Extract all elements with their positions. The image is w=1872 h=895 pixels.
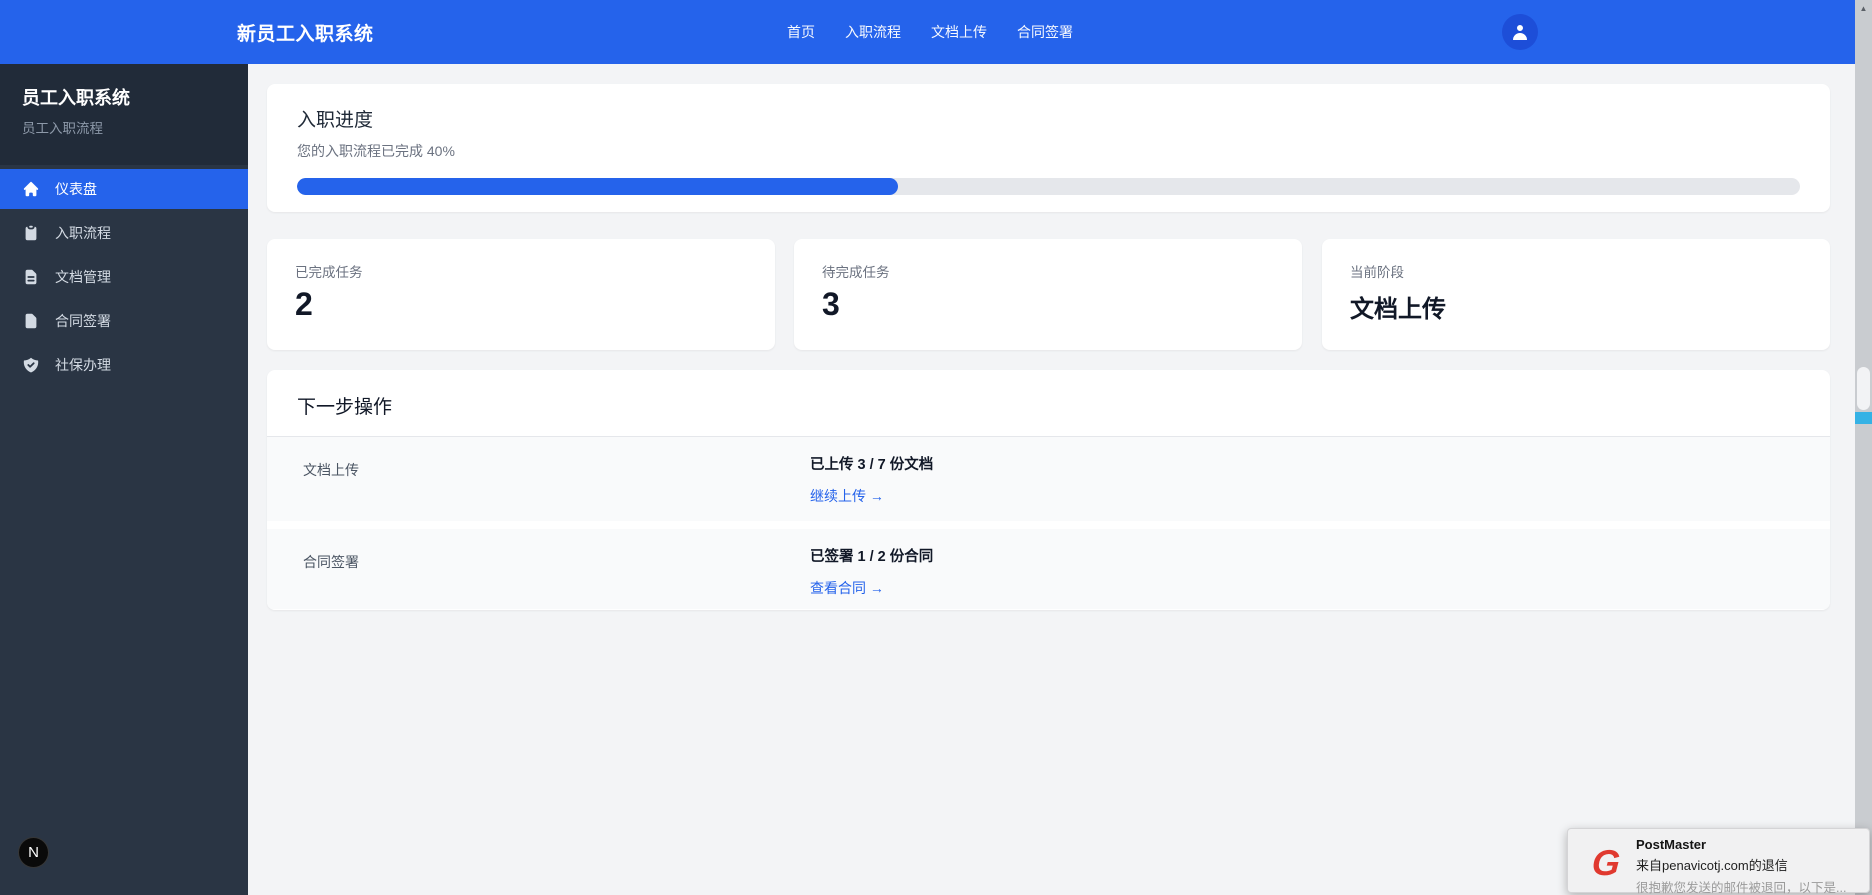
nav-link-document-upload[interactable]: 文档上传	[931, 22, 987, 42]
current-stage-card: 当前阶段 文档上传	[1322, 239, 1830, 350]
progress-title: 入职进度	[297, 110, 374, 131]
toast-text: PostMaster 来自penavicotj.com的退信 很抱歉您发送的邮件…	[1636, 837, 1861, 895]
stat-label: 当前阶段	[1350, 265, 1404, 280]
nav-link-home[interactable]: 首页	[787, 22, 815, 42]
mail-notification-toast[interactable]: G PostMaster 来自penavicotj.com的退信 很抱歉您发送的…	[1567, 828, 1870, 895]
sidebar-item-label: 入职流程	[55, 225, 111, 241]
stat-value: 3	[822, 286, 840, 322]
next-steps-header: 下一步操作	[267, 370, 1830, 437]
nextjs-dev-badge[interactable]: N	[18, 837, 49, 868]
toast-sender: PostMaster	[1636, 837, 1707, 852]
stat-label: 已完成任务	[295, 265, 363, 280]
shield-check-icon	[23, 357, 39, 373]
user-icon	[1513, 25, 1527, 40]
stat-value: 文档上传	[1350, 296, 1446, 323]
nextjs-n-icon: N	[28, 844, 39, 861]
stat-value: 2	[295, 286, 313, 322]
row-status: 已签署 1 / 2 份合同	[810, 549, 934, 565]
progress-bar-track	[297, 178, 1800, 195]
sidebar-item-label: 社保办理	[55, 357, 111, 373]
progress-subtitle: 您的入职流程已完成 40%	[297, 143, 455, 159]
clipboard-icon	[25, 225, 37, 241]
toast-subject: 来自penavicotj.com的退信	[1636, 858, 1788, 873]
home-icon	[23, 181, 39, 197]
sidebar-item-social-security[interactable]: 社保办理	[0, 345, 248, 385]
nav-link-contract-signing[interactable]: 合同签署	[1017, 22, 1073, 42]
row-content: 已上传 3 / 7 份文档 继续上传 →	[810, 453, 933, 506]
sidebar-title: 员工入职系统	[22, 88, 130, 108]
row-label: 文档上传	[303, 462, 359, 478]
pending-tasks-card: 待完成任务 3	[794, 239, 1302, 350]
row-label: 合同签署	[303, 554, 359, 570]
sidebar-header: 员工入职系统 员工入职流程	[0, 64, 248, 165]
sidebar-item-document-management[interactable]: 文档管理	[0, 257, 248, 297]
sidebar-item-label: 文档管理	[55, 269, 111, 285]
stat-label: 待完成任务	[822, 265, 890, 280]
scrollbar-find-marker	[1855, 412, 1872, 424]
app-window: 新员工入职系统 首页 入职流程 文档上传 合同签署 员工入职系统 员工入职流程 …	[0, 0, 1872, 895]
next-step-row-document-upload: 文档上传 已上传 3 / 7 份文档 继续上传 →	[267, 437, 1830, 521]
sidebar-item-dashboard[interactable]: 仪表盘	[0, 169, 248, 209]
foxmail-logo-icon: G	[1590, 842, 1622, 883]
sidebar-item-label: 合同签署	[55, 313, 111, 329]
next-step-row-contract-signing: 合同签署 已签署 1 / 2 份合同 查看合同 →	[267, 529, 1830, 609]
user-avatar[interactable]	[1502, 14, 1538, 50]
view-contract-link[interactable]: 查看合同 →	[810, 578, 884, 598]
page-scrollbar[interactable]: ▲	[1855, 0, 1872, 895]
scrollbar-thumb[interactable]	[1857, 367, 1870, 410]
next-steps-title: 下一步操作	[297, 397, 393, 418]
sidebar-item-onboarding-process[interactable]: 入职流程	[0, 213, 248, 253]
nav-link-onboarding-process[interactable]: 入职流程	[845, 22, 901, 42]
completed-tasks-card: 已完成任务 2	[267, 239, 775, 350]
sidebar-item-contract-signing[interactable]: 合同签署	[0, 301, 248, 341]
next-steps-card: 下一步操作 文档上传 已上传 3 / 7 份文档 继续上传 → 合同签署 已签署…	[267, 370, 1830, 610]
document-icon	[25, 313, 37, 329]
scroll-up-arrow-icon[interactable]: ▲	[1855, 2, 1872, 16]
sidebar-subtitle: 员工入职流程	[22, 121, 103, 136]
top-navbar: 新员工入职系统 首页 入职流程 文档上传 合同签署	[0, 0, 1872, 64]
document-text-icon	[25, 269, 37, 285]
row-status: 已上传 3 / 7 份文档	[810, 457, 934, 473]
onboarding-progress-card: 入职进度 您的入职流程已完成 40%	[267, 84, 1830, 212]
row-content: 已签署 1 / 2 份合同 查看合同 →	[810, 545, 933, 598]
sidebar-item-label: 仪表盘	[55, 181, 97, 197]
progress-fill	[297, 178, 899, 195]
sidebar: 员工入职系统 员工入职流程 仪表盘 入职流程 文档管理 合同签署 社保办理 N	[0, 64, 248, 895]
continue-upload-link[interactable]: 继续上传 →	[810, 486, 884, 506]
toast-preview: 很抱歉您发送的邮件被退回，以下是...	[1636, 881, 1847, 895]
app-title: 新员工入职系统	[237, 23, 374, 45]
sidebar-nav: 仪表盘 入职流程 文档管理 合同签署 社保办理	[0, 169, 248, 385]
navbar-links: 首页 入职流程 文档上传 合同签署	[787, 0, 1073, 64]
